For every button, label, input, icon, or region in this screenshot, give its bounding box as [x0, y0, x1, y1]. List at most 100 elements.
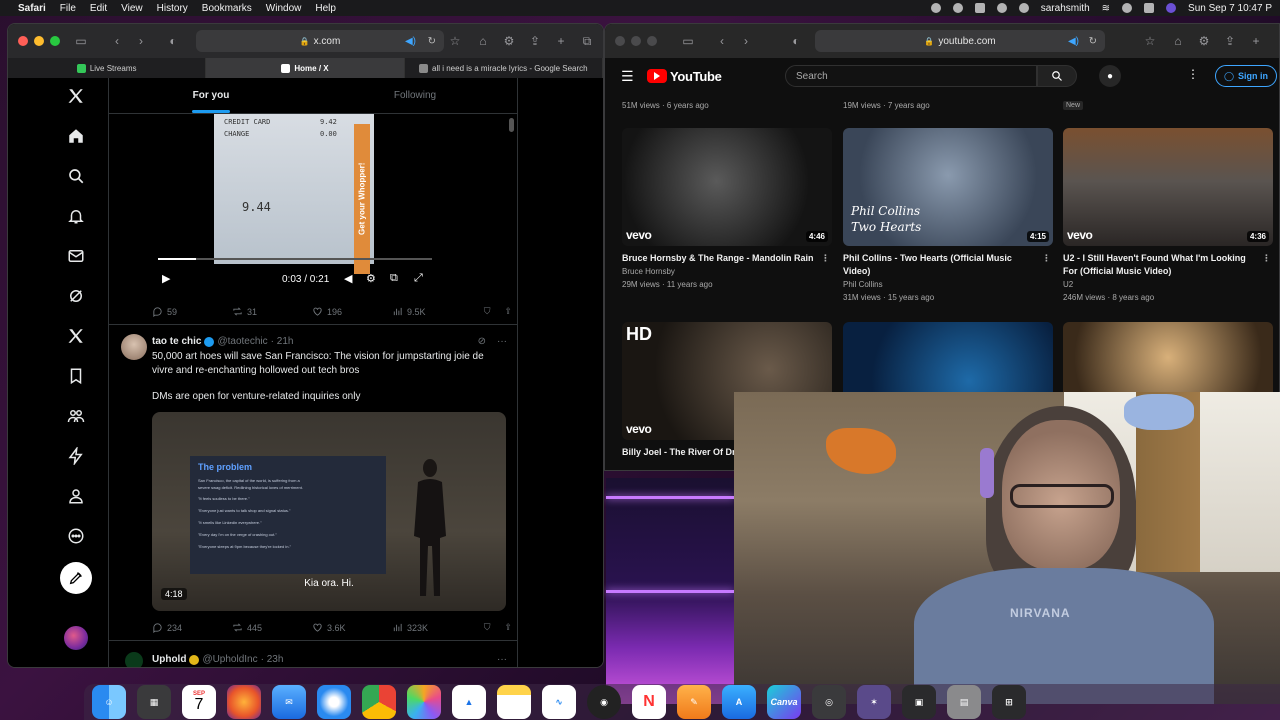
clock-status-icon[interactable]: [952, 3, 963, 13]
channel-name[interactable]: U2: [1063, 278, 1273, 291]
communities-icon[interactable]: [66, 406, 86, 426]
author-handle[interactable]: @taotechic: [217, 336, 267, 347]
mail-icon[interactable]: ✉: [272, 685, 306, 719]
video-card[interactable]: Phil Collins Two Hearts 4:15 Phil Collin…: [843, 128, 1053, 304]
privacy-shield-icon[interactable]: ◐: [166, 34, 180, 48]
bookmark-icon[interactable]: ⛉: [484, 622, 491, 633]
like-button[interactable]: 3.6K: [312, 622, 392, 633]
tab-live-streams[interactable]: Live Streams: [8, 58, 207, 78]
menu-clock[interactable]: Sun Sep 7 10:47 P: [1188, 3, 1272, 14]
scrollbar-thumb[interactable]: [509, 118, 514, 132]
home-icon[interactable]: ⌂: [1171, 34, 1185, 48]
minimize-button[interactable]: [34, 36, 44, 46]
compose-post-button[interactable]: [60, 562, 92, 594]
video-title[interactable]: Bruce Hornsby & The Range - Mandolin Rai…: [622, 252, 832, 265]
home-nav-icon[interactable]: [66, 126, 86, 146]
bookmarks-icon[interactable]: [66, 366, 86, 386]
voice-search-mic-icon[interactable]: ●: [1099, 65, 1121, 87]
post-more-icon[interactable]: ···: [497, 654, 507, 665]
zoom-button[interactable]: [647, 36, 657, 46]
profile-icon[interactable]: [66, 486, 86, 506]
search-status-icon[interactable]: [1122, 3, 1133, 13]
record-icon[interactable]: [996, 3, 1007, 13]
notifications-bell-icon[interactable]: [66, 206, 86, 226]
forward-icon[interactable]: ›: [739, 34, 753, 48]
tab-following[interactable]: Following: [313, 78, 517, 113]
author-name[interactable]: Uphold: [152, 654, 186, 665]
post-time[interactable]: · 23h: [261, 654, 284, 665]
news-icon[interactable]: N: [632, 685, 666, 719]
grok-post-icon[interactable]: ⊘: [478, 336, 486, 347]
safari-icon[interactable]: ✦: [317, 685, 351, 719]
sign-in-button[interactable]: ◯ Sign in: [1215, 65, 1277, 87]
close-button[interactable]: [615, 36, 625, 46]
control-center-icon[interactable]: [1144, 3, 1155, 13]
menu-edit[interactable]: Edit: [90, 3, 107, 14]
app-icon[interactable]: ▤: [947, 685, 981, 719]
fullscreen-icon[interactable]: ⤢: [414, 272, 423, 285]
finder-icon[interactable]: ☺: [92, 685, 126, 719]
address-bar[interactable]: 🔒 youtube.com ◀) ↻: [815, 30, 1105, 52]
app-menu[interactable]: Safari: [18, 3, 46, 14]
canva-icon[interactable]: Canva: [767, 685, 801, 719]
zoom-button[interactable]: [50, 36, 60, 46]
bookmark-star-icon[interactable]: ☆: [1143, 34, 1157, 48]
search-input[interactable]: Search: [785, 65, 1037, 87]
chrome-icon[interactable]: [362, 685, 396, 719]
app-icon[interactable]: ✶: [857, 685, 891, 719]
siri-icon[interactable]: [1166, 3, 1177, 13]
author-name[interactable]: tao te chic: [152, 336, 201, 347]
pip-icon[interactable]: ⧉: [390, 272, 398, 285]
address-bar[interactable]: 🔒 x.com ◀) ↻: [196, 30, 444, 52]
new-tab-icon[interactable]: +: [554, 34, 568, 48]
new-tab-icon[interactable]: +: [1249, 34, 1263, 48]
grok-icon[interactable]: [66, 286, 86, 306]
wifi-icon[interactable]: ≋: [1102, 3, 1110, 14]
x-logo-icon[interactable]: [66, 86, 86, 106]
youtube-logo[interactable]: YouTube: [647, 69, 722, 84]
user-name[interactable]: sarahsmith: [1041, 3, 1090, 14]
notes-icon[interactable]: [497, 685, 531, 719]
sidebar-icon[interactable]: ▭: [74, 34, 88, 48]
reload-icon[interactable]: ↻: [1089, 36, 1097, 47]
tab-overview-icon[interactable]: ⧉: [580, 34, 594, 48]
video-card[interactable]: vevo 4:36 U2 - I Still Haven't Found Wha…: [1063, 128, 1273, 304]
repost-button[interactable]: 31: [232, 306, 312, 317]
account-avatar[interactable]: [64, 626, 88, 650]
author-handle[interactable]: @UpholdInc: [202, 654, 257, 665]
gear-icon[interactable]: ⚙: [1197, 34, 1211, 48]
like-button[interactable]: 196: [312, 306, 392, 317]
post-author-avatar[interactable]: [125, 652, 143, 667]
close-button[interactable]: [18, 36, 28, 46]
views-button[interactable]: 9.5K: [392, 306, 472, 317]
app-icon[interactable]: ⊞: [992, 685, 1026, 719]
post-author-avatar[interactable]: [121, 334, 147, 360]
post-time[interactable]: · 21h: [271, 336, 294, 347]
share-post-icon[interactable]: ⇪: [504, 622, 512, 633]
tab-for-you[interactable]: For you: [109, 78, 313, 113]
status-icon[interactable]: [930, 3, 941, 13]
settings-more-icon[interactable]: ⋮: [1187, 67, 1199, 81]
back-icon[interactable]: ‹: [110, 34, 124, 48]
video-progress-bar[interactable]: [158, 258, 432, 260]
messages-mail-icon[interactable]: [66, 246, 86, 266]
menu-view[interactable]: View: [121, 3, 143, 14]
channel-name[interactable]: Bruce Hornsby: [622, 265, 832, 278]
gear-icon[interactable]: ⚙: [502, 34, 516, 48]
repost-button[interactable]: 445: [232, 622, 312, 633]
tab-google-search[interactable]: all i need is a miracle lyrics - Google …: [405, 58, 603, 78]
forward-icon[interactable]: ›: [134, 34, 148, 48]
firefox-icon[interactable]: [227, 685, 261, 719]
play-icon[interactable]: ▶: [162, 272, 170, 285]
video-title[interactable]: Phil Collins - Two Hearts (Official Musi…: [843, 252, 1053, 278]
headphones-icon[interactable]: [1018, 3, 1029, 13]
share-post-icon[interactable]: ⇪: [504, 306, 512, 317]
app-icon[interactable]: ▣: [902, 685, 936, 719]
app-store-icon[interactable]: A: [722, 685, 756, 719]
menu-window[interactable]: Window: [266, 3, 302, 14]
freeform-icon[interactable]: ∿: [542, 685, 576, 719]
photos-icon[interactable]: [407, 685, 441, 719]
share-icon[interactable]: ⇪: [1223, 34, 1237, 48]
video-options-icon[interactable]: ⋮: [1042, 252, 1051, 265]
menu-bookmarks[interactable]: Bookmarks: [202, 3, 252, 14]
